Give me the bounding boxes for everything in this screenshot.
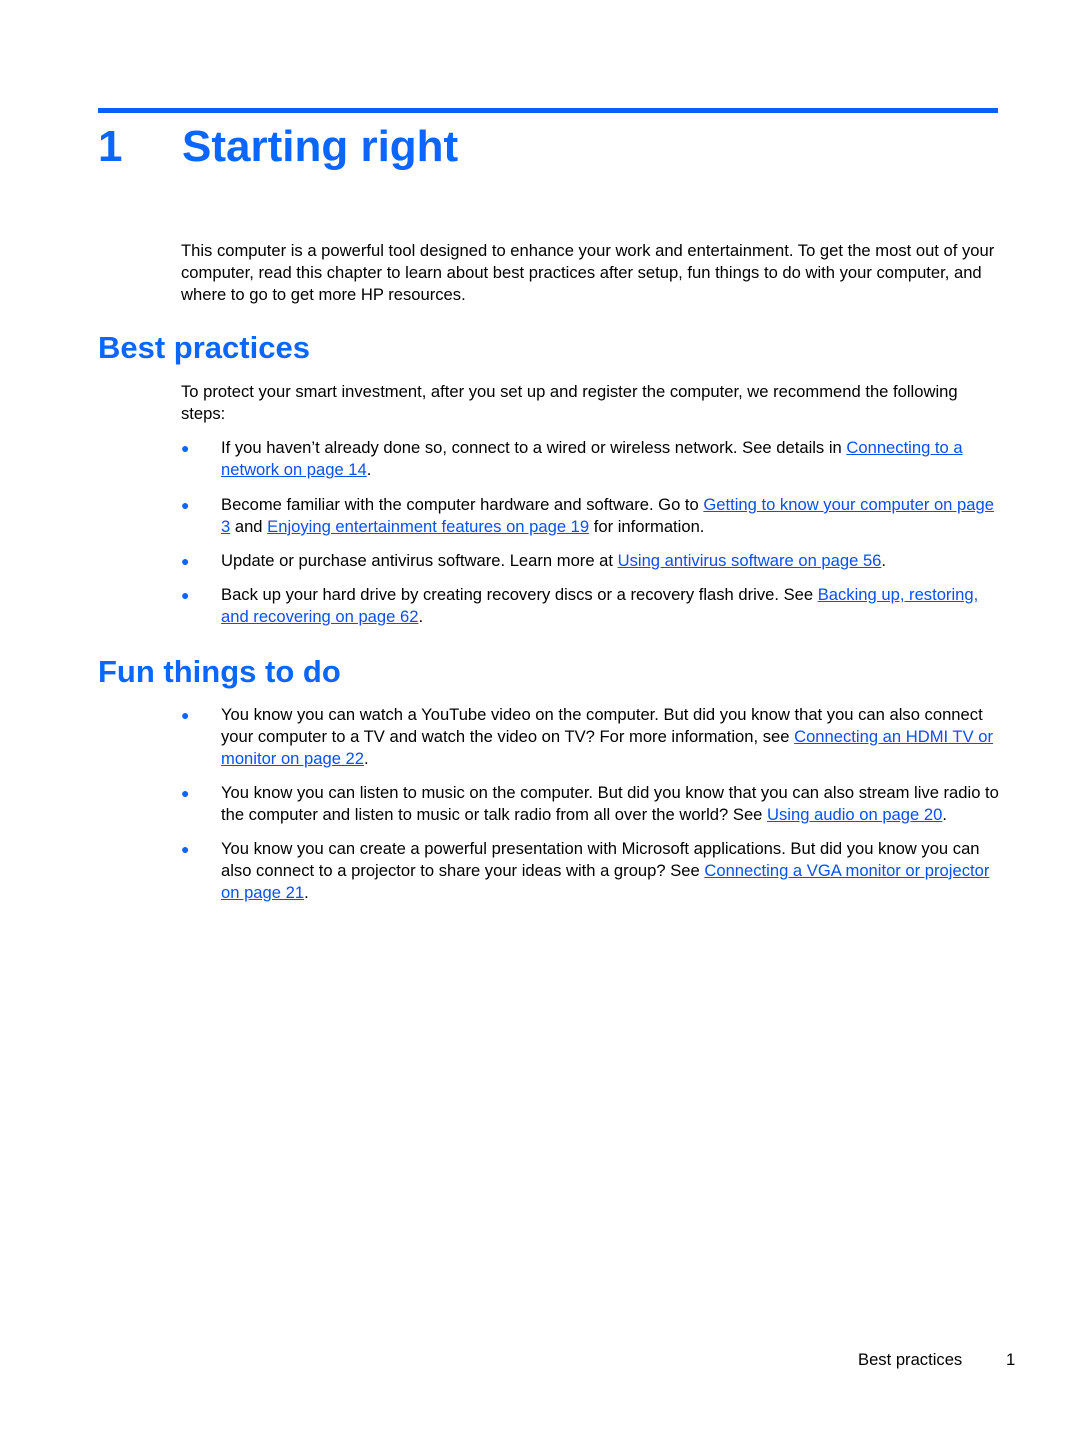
bullet-icon: ● (181, 587, 190, 603)
link-entertainment-features[interactable]: Enjoying entertainment features on page … (267, 517, 589, 536)
bullet-icon: ● (181, 553, 190, 569)
best-practices-intro: To protect your smart investment, after … (181, 382, 958, 423)
item-text: . (418, 607, 424, 626)
link-antivirus[interactable]: Using antivirus software on page 56 (618, 551, 882, 570)
bullet-icon: ● (181, 785, 190, 801)
fun-things-list: ● You know you can watch a YouTube video… (181, 704, 1001, 916)
chapter-title-text: Starting right (182, 122, 459, 171)
bullet-icon: ● (181, 440, 190, 456)
item-text: Become familiar with the computer hardwa… (221, 495, 704, 514)
bullet-icon: ● (181, 841, 190, 857)
intro-paragraph: This computer is a powerful tool designe… (181, 241, 995, 304)
bullet-icon: ● (181, 497, 190, 513)
page-number: 1 (1006, 1350, 1016, 1369)
chapter-title: 1 Starting right (98, 120, 458, 174)
item-text: . (881, 551, 887, 570)
list-item: ● You know you can watch a YouTube video… (181, 704, 1001, 770)
item-text: . (364, 749, 369, 768)
section-heading-fun-things: Fun things to do (98, 654, 341, 689)
list-item: ● Back up your hard drive by creating re… (181, 584, 1001, 628)
item-text: . (304, 883, 309, 902)
section-heading-best-practices: Best practices (98, 330, 310, 365)
item-text: and (230, 517, 268, 536)
item-text: . (366, 460, 372, 479)
list-item: ● Become familiar with the computer hard… (181, 494, 1001, 538)
list-item: ● You know you can listen to music on th… (181, 782, 1001, 826)
best-practices-list: ● If you haven’t already done so, connec… (181, 437, 1001, 640)
bullet-icon: ● (181, 707, 190, 723)
chapter-rule (98, 108, 998, 113)
list-item: ● Update or purchase antivirus software.… (181, 550, 1001, 572)
item-text: for information. (589, 517, 705, 536)
item-text: . (942, 805, 947, 824)
list-item: ● If you haven’t already done so, connec… (181, 437, 1001, 481)
item-text: Update or purchase antivirus software. L… (221, 551, 618, 570)
item-text: Back up your hard drive by creating reco… (221, 585, 818, 604)
list-item: ● You know you can create a powerful pre… (181, 838, 1001, 904)
item-text: If you haven’t already done so, connect … (221, 438, 847, 457)
footer-section: Best practices (858, 1350, 963, 1369)
link-using-audio[interactable]: Using audio on page 20 (767, 805, 942, 824)
chapter-number: 1 (98, 122, 123, 171)
